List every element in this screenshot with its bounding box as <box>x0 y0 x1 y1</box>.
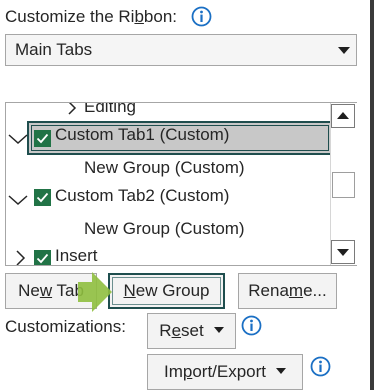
button-label: ort/Export <box>192 362 267 381</box>
chevron-down-icon[interactable] <box>8 194 28 206</box>
button-accelerator: w <box>39 281 53 300</box>
info-icon[interactable] <box>191 6 212 27</box>
button-accelerator: m <box>288 281 304 300</box>
tree-item-label[interactable]: Custom Tab1 (Custom) <box>55 125 229 145</box>
customizations-label: Customizations: <box>5 317 126 336</box>
info-icon[interactable] <box>241 315 262 336</box>
caret-down-icon <box>213 327 224 333</box>
scroll-down-icon <box>337 249 349 256</box>
scroll-up-icon <box>337 112 349 119</box>
scroll-down-button[interactable] <box>331 240 355 264</box>
checkbox-checked-icon[interactable] <box>34 250 51 265</box>
chevron-right-icon[interactable] <box>66 102 78 115</box>
ribbon-tabs-dropdown[interactable]: Main Tabs <box>5 34 357 66</box>
reset-button[interactable]: Reset <box>147 313 236 349</box>
tree-item-label[interactable]: Editing <box>84 103 136 117</box>
button-label: Rena <box>248 281 289 300</box>
tree-item-label[interactable]: New Group (Custom) <box>84 219 245 239</box>
import-export-button[interactable]: Import/Export <box>147 354 303 390</box>
button-label: e... <box>303 281 327 300</box>
scroll-thumb[interactable] <box>332 172 355 198</box>
customize-ribbon-label: Customize the Ribbon: <box>5 7 177 27</box>
tree-item-label[interactable]: Insert <box>55 246 98 265</box>
button-label: Ne <box>18 281 40 300</box>
button-accelerator: e <box>171 321 182 340</box>
window-right-border <box>370 0 374 390</box>
info-icon[interactable] <box>310 356 331 377</box>
tree-item-label[interactable]: New Group (Custom) <box>84 158 245 178</box>
button-label: Im <box>163 362 183 381</box>
hint-arrow-icon <box>78 272 112 312</box>
new-group-button[interactable]: New Group <box>108 273 225 309</box>
label-accelerator: b <box>134 7 144 26</box>
caret-down-icon <box>276 368 287 374</box>
rename-button[interactable]: Rename... <box>238 273 337 309</box>
button-accelerator: N <box>123 281 136 300</box>
dropdown-selected-value: Main Tabs <box>15 40 93 59</box>
button-label: set <box>181 321 204 340</box>
chevron-down-icon[interactable] <box>8 133 28 145</box>
checkbox-checked-icon[interactable] <box>34 189 51 206</box>
label-part: Customize the Ri <box>5 7 135 26</box>
button-label: ew Group <box>135 281 210 300</box>
chevron-right-icon[interactable] <box>15 249 27 266</box>
chevron-down-icon <box>338 47 350 54</box>
button-label: R <box>159 321 172 340</box>
label-part: bon: <box>143 7 177 26</box>
button-accelerator: p <box>182 362 193 381</box>
scroll-up-button[interactable] <box>331 104 355 128</box>
tree-item-label[interactable]: Custom Tab2 (Custom) <box>55 186 229 206</box>
checkbox-checked-icon[interactable] <box>34 130 51 147</box>
ribbon-tree-list[interactable]: Editing Custom Tab1 (Custom) New Group (… <box>5 102 357 266</box>
